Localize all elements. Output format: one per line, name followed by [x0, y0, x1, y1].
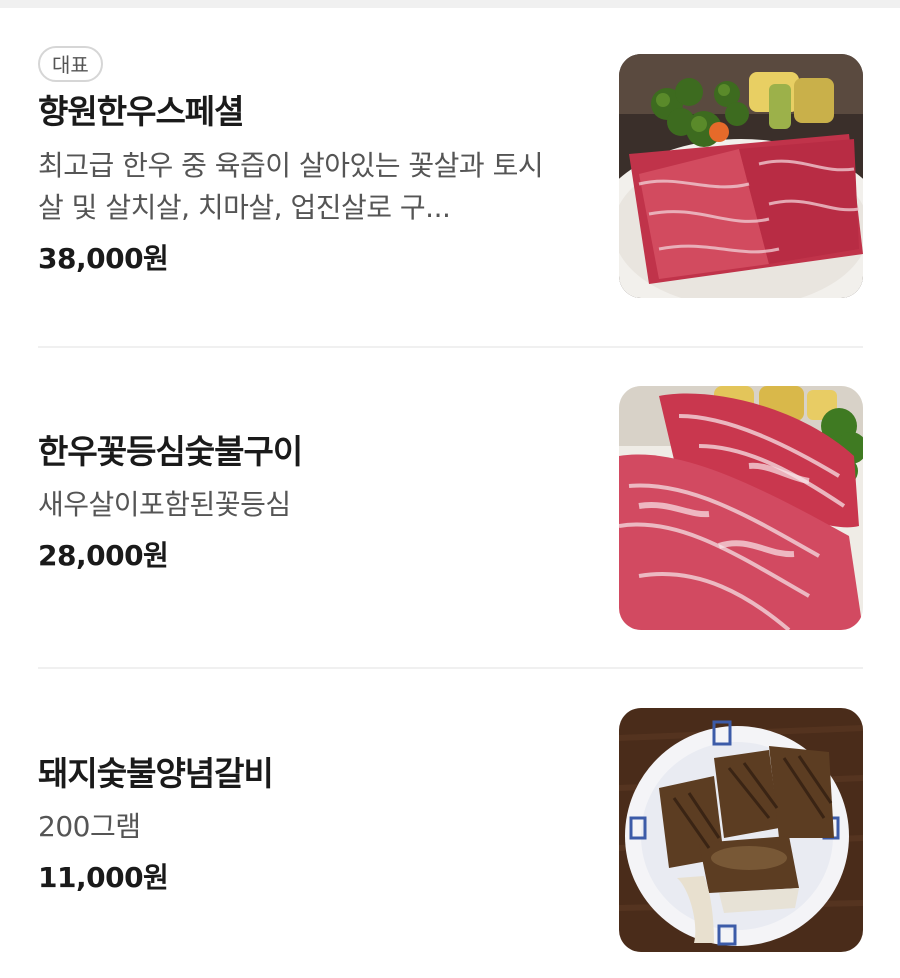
ribeye-plate-image — [619, 386, 863, 630]
beef-plate-image — [619, 54, 863, 298]
menu-item-name: 향원한우스페셜 — [38, 92, 245, 131]
menu-item-name: 한우꽃등심숯불구이 — [38, 432, 303, 471]
menu-item-name: 돼지숯불양념갈비 — [38, 754, 274, 793]
menu-item[interactable]: 한우꽃등심숯불구이 새우살이포함된꽃등심 28,000원 — [38, 386, 863, 630]
item-divider — [38, 346, 863, 348]
menu-item-description: 200그램 — [38, 810, 141, 843]
signature-badge: 대표 — [38, 46, 103, 82]
menu-item-price: 28,000원 — [38, 539, 169, 572]
menu-item-photo[interactable] — [619, 708, 863, 952]
menu-item-photo[interactable] — [619, 386, 863, 630]
top-separator-bar — [0, 0, 900, 8]
menu-item-description: 새우살이포함된꽃등심 — [38, 488, 291, 521]
menu-item-photo[interactable] — [619, 54, 863, 298]
pork-ribs-plate-image — [619, 708, 863, 952]
menu-item-description: 최고급 한우 중 육즙이 살아있는 꽃살과 토시살 및 살치살, 치마살, 업진… — [38, 149, 544, 224]
menu-item-price: 38,000원 — [38, 242, 169, 275]
menu-item[interactable]: 돼지숯불양념갈비 200그램 11,000원 — [38, 708, 863, 952]
menu-item-text: 대표 향원한우스페셜 최고급 한우 중 육즙이 살아있는 꽃살과 토시살 및 살… — [38, 46, 568, 279]
menu-item[interactable]: 대표 향원한우스페셜 최고급 한우 중 육즙이 살아있는 꽃살과 토시살 및 살… — [38, 46, 863, 299]
item-divider — [38, 667, 863, 669]
menu-item-price: 11,000원 — [38, 861, 169, 894]
menu-item-text: 돼지숯불양념갈비 200그램 11,000원 — [38, 752, 568, 898]
menu-item-text: 한우꽃등심숯불구이 새우살이포함된꽃등심 28,000원 — [38, 430, 568, 576]
